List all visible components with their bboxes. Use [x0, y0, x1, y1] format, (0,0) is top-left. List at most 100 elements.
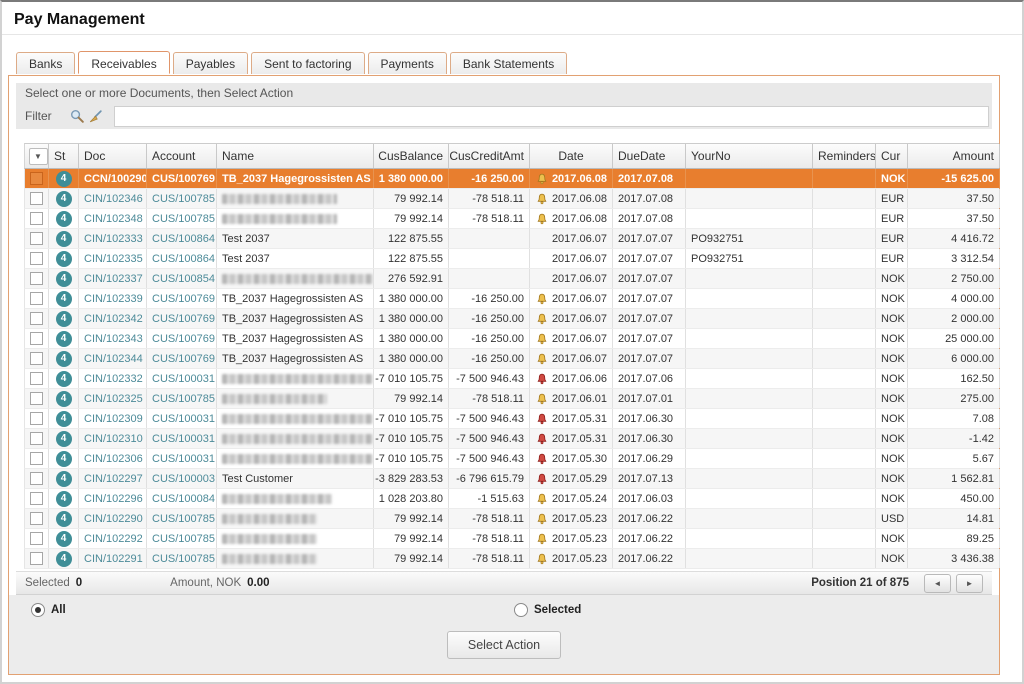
table-row[interactable]: 4CCN/100290CUS/100769TB_2037 Hagegrossis…: [24, 169, 999, 189]
account-link[interactable]: CUS/100031: [152, 453, 215, 465]
table-row[interactable]: 4CIN/102343CUS/100769TB_2037 Hagegrossis…: [24, 329, 999, 349]
doc-link[interactable]: CIN/102290: [84, 513, 143, 525]
header-st[interactable]: St: [49, 144, 79, 168]
doc-link[interactable]: CIN/102339: [84, 293, 143, 305]
header-yourno[interactable]: YourNo: [686, 144, 813, 168]
account-link[interactable]: CUS/100031: [152, 413, 215, 425]
table-row[interactable]: 4CIN/102337CUS/100854276 592.912017.06.0…: [24, 269, 999, 289]
doc-link[interactable]: CIN/102332: [84, 373, 143, 385]
table-row[interactable]: 4CIN/102346CUS/10078579 992.14-78 518.11…: [24, 189, 999, 209]
row-checkbox[interactable]: [30, 192, 43, 205]
doc-link[interactable]: CIN/102333: [84, 233, 143, 245]
doc-link[interactable]: CIN/102343: [84, 333, 143, 345]
radio-selected[interactable]: Selected: [514, 603, 581, 617]
row-checkbox[interactable]: [30, 492, 43, 505]
pager-prev-button[interactable]: ◄: [924, 574, 951, 593]
row-checkbox[interactable]: [30, 552, 43, 565]
account-link[interactable]: CUS/100854: [152, 273, 215, 285]
row-checkbox[interactable]: [30, 452, 43, 465]
row-checkbox[interactable]: [30, 392, 43, 405]
account-link[interactable]: CUS/100769: [152, 333, 215, 345]
account-link[interactable]: CUS/100785: [152, 533, 215, 545]
account-link[interactable]: CUS/100769: [152, 173, 215, 185]
row-checkbox[interactable]: [30, 372, 43, 385]
row-checkbox[interactable]: [30, 332, 43, 345]
pager-next-button[interactable]: ►: [956, 574, 983, 593]
account-link[interactable]: CUS/100031: [152, 433, 215, 445]
doc-link[interactable]: CIN/102296: [84, 493, 143, 505]
header-doc[interactable]: Doc: [79, 144, 147, 168]
search-icon[interactable]: [68, 109, 86, 124]
account-link[interactable]: CUS/100084: [152, 493, 215, 505]
radio-all[interactable]: All: [31, 603, 66, 617]
table-row[interactable]: 4CIN/102332CUS/100031-7 010 105.75-7 500…: [24, 369, 999, 389]
table-row[interactable]: 4CIN/102290CUS/10078579 992.14-78 518.11…: [24, 509, 999, 529]
doc-link[interactable]: CIN/102342: [84, 313, 143, 325]
header-account[interactable]: Account: [147, 144, 217, 168]
row-checkbox[interactable]: [30, 412, 43, 425]
account-link[interactable]: CUS/100769: [152, 293, 215, 305]
table-row[interactable]: 4CIN/102348CUS/10078579 992.14-78 518.11…: [24, 209, 999, 229]
select-action-button[interactable]: Select Action: [447, 631, 561, 659]
account-link[interactable]: CUS/100785: [152, 553, 215, 565]
doc-link[interactable]: CIN/102292: [84, 533, 143, 545]
table-row[interactable]: 4CIN/102292CUS/10078579 992.14-78 518.11…: [24, 529, 999, 549]
row-checkbox[interactable]: [30, 352, 43, 365]
row-checkbox[interactable]: [30, 432, 43, 445]
doc-link[interactable]: CIN/102309: [84, 413, 143, 425]
table-row[interactable]: 4CIN/102342CUS/100769TB_2037 Hagegrossis…: [24, 309, 999, 329]
table-row[interactable]: 4CIN/102339CUS/100769TB_2037 Hagegrossis…: [24, 289, 999, 309]
doc-link[interactable]: CIN/102310: [84, 433, 143, 445]
row-checkbox[interactable]: [30, 292, 43, 305]
table-row[interactable]: 4CIN/102333CUS/100864Test 2037122 875.55…: [24, 229, 999, 249]
account-link[interactable]: CUS/100785: [152, 513, 215, 525]
tab-bank-statements[interactable]: Bank Statements: [450, 52, 567, 74]
select-all-dropdown[interactable]: ▼: [29, 148, 48, 165]
account-link[interactable]: CUS/100003: [152, 473, 215, 485]
table-row[interactable]: 4CIN/102291CUS/10078579 992.14-78 518.11…: [24, 549, 999, 569]
header-date[interactable]: Date: [530, 144, 613, 168]
row-checkbox[interactable]: [30, 232, 43, 245]
doc-link[interactable]: CCN/100290: [84, 173, 147, 185]
doc-link[interactable]: CIN/102337: [84, 273, 143, 285]
table-row[interactable]: 4CIN/102335CUS/100864Test 2037122 875.55…: [24, 249, 999, 269]
table-row[interactable]: 4CIN/102310CUS/100031-7 010 105.75-7 500…: [24, 429, 999, 449]
header-cur[interactable]: Cur: [876, 144, 908, 168]
account-link[interactable]: CUS/100031: [152, 373, 215, 385]
row-checkbox[interactable]: [30, 172, 43, 185]
account-link[interactable]: CUS/100864: [152, 253, 215, 265]
row-checkbox[interactable]: [30, 512, 43, 525]
tab-payments[interactable]: Payments: [368, 52, 447, 74]
doc-link[interactable]: CIN/102325: [84, 393, 143, 405]
row-checkbox[interactable]: [30, 252, 43, 265]
filter-input[interactable]: [114, 106, 989, 127]
row-checkbox[interactable]: [30, 212, 43, 225]
header-cusbalance[interactable]: CusBalance: [374, 144, 449, 168]
table-row[interactable]: 4CIN/102325CUS/10078579 992.14-78 518.11…: [24, 389, 999, 409]
doc-link[interactable]: CIN/102335: [84, 253, 143, 265]
row-checkbox[interactable]: [30, 532, 43, 545]
table-row[interactable]: 4CIN/102306CUS/100031-7 010 105.75-7 500…: [24, 449, 999, 469]
table-row[interactable]: 4CIN/102296CUS/1000841 028 203.80-1 515.…: [24, 489, 999, 509]
tab-sent-to-factoring[interactable]: Sent to factoring: [251, 52, 364, 74]
header-select[interactable]: ▼: [25, 144, 49, 168]
account-link[interactable]: CUS/100785: [152, 393, 215, 405]
doc-link[interactable]: CIN/102297: [84, 473, 143, 485]
doc-link[interactable]: CIN/102291: [84, 553, 143, 565]
row-checkbox[interactable]: [30, 472, 43, 485]
table-row[interactable]: 4CIN/102309CUS/100031-7 010 105.75-7 500…: [24, 409, 999, 429]
doc-link[interactable]: CIN/102306: [84, 453, 143, 465]
account-link[interactable]: CUS/100785: [152, 213, 215, 225]
doc-link[interactable]: CIN/102346: [84, 193, 143, 205]
header-amount[interactable]: Amount: [908, 144, 1000, 168]
clear-filter-broom-icon[interactable]: [86, 109, 104, 124]
doc-link[interactable]: CIN/102348: [84, 213, 143, 225]
row-checkbox[interactable]: [30, 312, 43, 325]
account-link[interactable]: CUS/100785: [152, 193, 215, 205]
account-link[interactable]: CUS/100769: [152, 353, 215, 365]
tab-payables[interactable]: Payables: [173, 52, 248, 74]
header-reminders[interactable]: Reminders: [813, 144, 876, 168]
row-checkbox[interactable]: [30, 272, 43, 285]
header-cuscreditamt[interactable]: CusCreditAmt: [449, 144, 530, 168]
table-row[interactable]: 4CIN/102344CUS/100769TB_2037 Hagegrossis…: [24, 349, 999, 369]
